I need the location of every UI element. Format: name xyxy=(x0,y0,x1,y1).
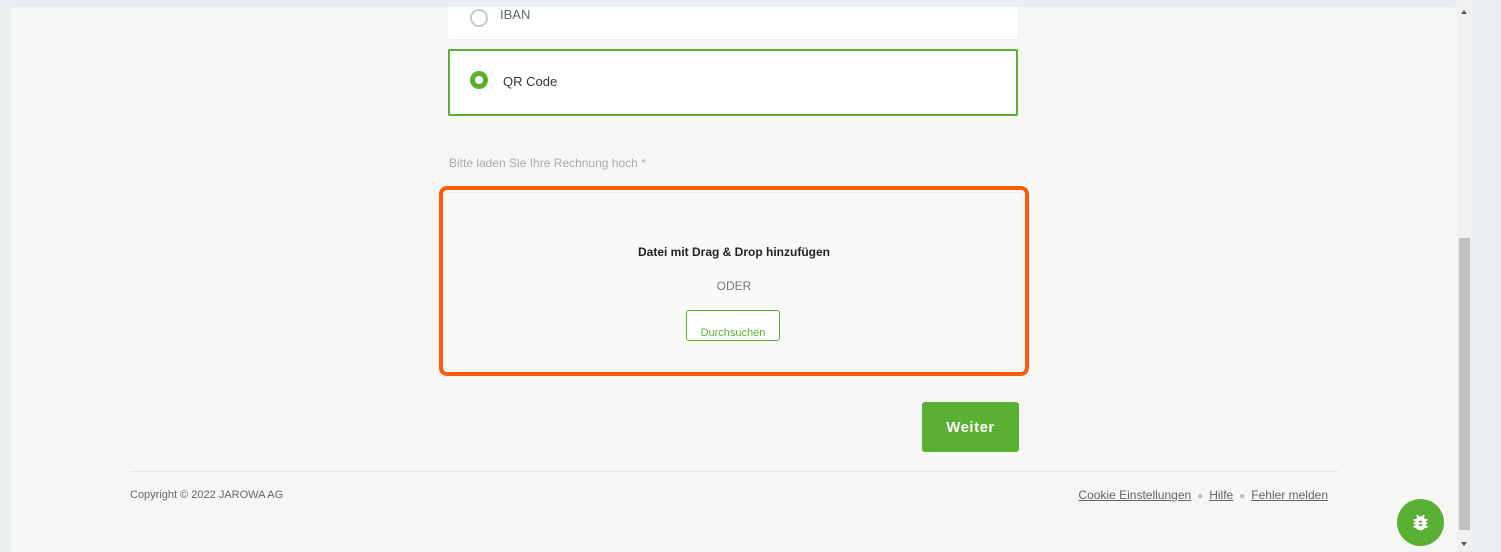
footer-links: Cookie Einstellungen ● Hilfe ● Fehler melden xyxy=(1078,488,1328,502)
upload-label: Bitte laden Sie Ihre Rechnung hoch * xyxy=(449,156,646,170)
payment-option-qr[interactable]: QR Code xyxy=(448,49,1018,116)
drop-title: Datei mit Drag & Drop hinzufügen xyxy=(638,245,830,259)
upload-highlight-frame: Datei mit Drag & Drop hinzufügen ODER Du… xyxy=(439,186,1029,376)
bug-report-button[interactable] xyxy=(1397,499,1444,546)
bug-icon xyxy=(1413,514,1428,531)
copyright-text: Copyright © 2022 JAROWA AG xyxy=(130,489,284,501)
or-separator: ODER xyxy=(716,279,752,293)
file-drop-zone[interactable]: Datei mit Drag & Drop hinzufügen ODER Du… xyxy=(445,192,1023,370)
link-separator: ● xyxy=(1239,491,1246,502)
next-button[interactable]: Weiter xyxy=(922,402,1019,452)
link-separator: ● xyxy=(1197,491,1204,502)
scroll-down-arrow-icon[interactable] xyxy=(1461,542,1467,546)
iban-label: IBAN xyxy=(500,7,531,22)
payment-option-iban[interactable]: IBAN xyxy=(448,7,1018,39)
qr-radio-selected[interactable] xyxy=(470,71,488,89)
footer-divider xyxy=(130,471,1338,472)
qr-label: QR Code xyxy=(503,74,558,89)
scroll-up-arrow-icon[interactable] xyxy=(1461,10,1467,14)
vertical-scrollbar[interactable] xyxy=(1457,0,1472,552)
help-link[interactable]: Hilfe xyxy=(1209,488,1233,502)
scroll-thumb[interactable] xyxy=(1459,238,1470,530)
browse-button[interactable]: Durchsuchen xyxy=(686,310,780,341)
cookie-settings-link[interactable]: Cookie Einstellungen xyxy=(1078,488,1191,502)
report-bug-link[interactable]: Fehler melden xyxy=(1251,488,1328,502)
iban-radio[interactable] xyxy=(470,9,488,27)
page-content: IBAN QR Code Bitte laden Sie Ihre Rechnu… xyxy=(10,7,1457,552)
